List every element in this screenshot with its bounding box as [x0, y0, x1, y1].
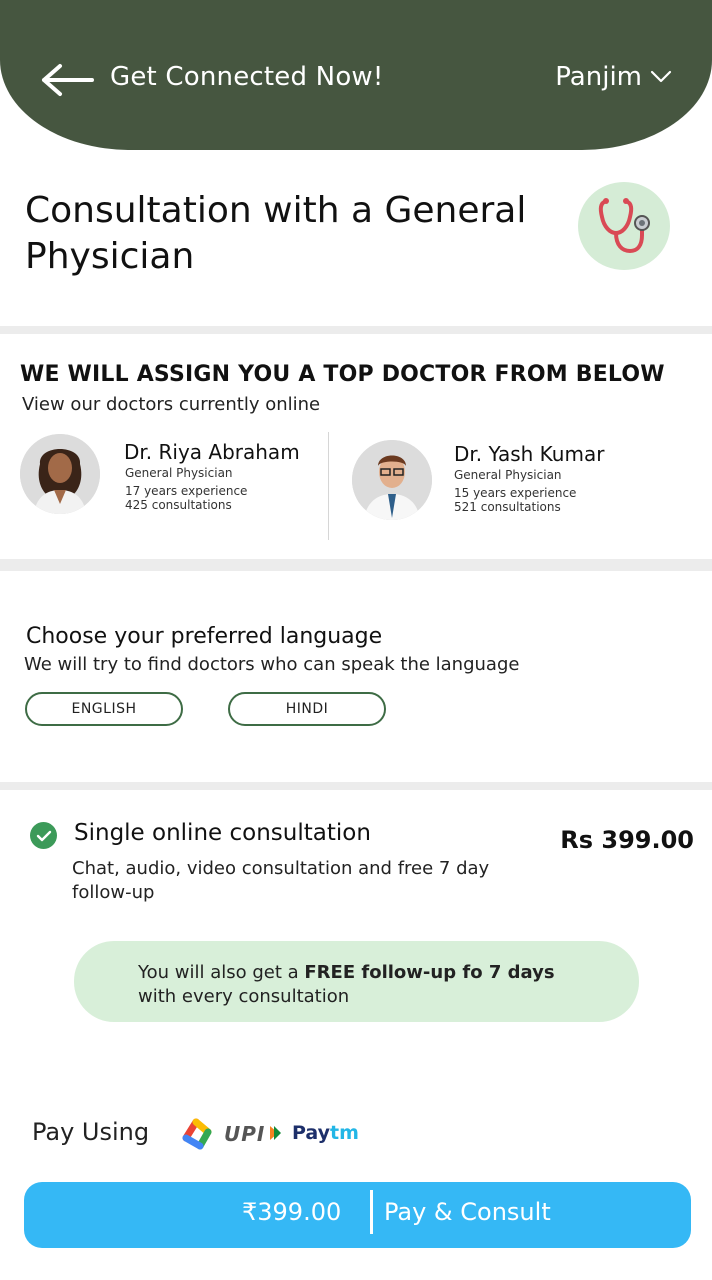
assign-heading: WE WILL ASSIGN YOU A TOP DOCTOR FROM BEL… [20, 362, 665, 387]
consultation-page: Get Connected Now! Panjim Consultation w… [0, 0, 712, 1280]
section-divider [0, 559, 712, 571]
plan-price: Rs 399.00 [560, 826, 694, 854]
language-heading: Choose your preferred language [26, 624, 383, 649]
pay-button-label: Pay & Consult [384, 1198, 551, 1226]
assign-subheading: View our doctors currently online [22, 394, 321, 415]
doctor-card[interactable]: Dr. Riya Abraham General Physician 17 ye… [0, 430, 326, 540]
doctor-specialty: General Physician [125, 466, 233, 480]
city-label: Panjim [555, 62, 642, 92]
section-divider [0, 782, 712, 790]
upi-arrow-icon [270, 1126, 281, 1140]
doctor-name: Dr. Yash Kumar [454, 442, 605, 466]
paytm-logo-pay: Pay [292, 1122, 331, 1144]
upi-logo: UPI [224, 1122, 266, 1146]
doctor-consultations: 521 consultations [454, 500, 561, 514]
doctor-name: Dr. Riya Abraham [124, 440, 300, 464]
avatar [20, 434, 100, 514]
header-title: Get Connected Now! [110, 62, 384, 92]
pay-using-label: Pay Using [32, 1118, 150, 1146]
stethoscope-icon [578, 182, 670, 270]
language-option-english[interactable]: ENGLISH [25, 692, 183, 726]
page-title: Consultation with a General Physician [25, 190, 527, 277]
check-circle-icon[interactable] [30, 822, 57, 849]
language-subheading: We will try to find doctors who can spea… [24, 654, 520, 675]
doctor-experience: 15 years experience [454, 486, 577, 500]
paytm-logo-tm: tm [330, 1122, 359, 1144]
section-divider [0, 326, 712, 334]
doctor-consultations: 425 consultations [125, 498, 232, 512]
gpay-icon [182, 1118, 212, 1150]
free-followup-suffix: with every consultation [138, 986, 350, 1007]
plan-title: Single online consultation [74, 820, 371, 846]
free-followup-prefix: You will also get a [138, 962, 305, 983]
free-followup-banner: You will also get a FREE follow-up fo 7 … [74, 941, 639, 1022]
arrow-left-icon[interactable] [40, 62, 96, 98]
pay-button-separator [370, 1190, 373, 1234]
doctor-experience: 17 years experience [125, 484, 248, 498]
pay-consult-button[interactable]: ₹399.00 Pay & Consult [24, 1182, 691, 1248]
city-selector[interactable]: Panjim [555, 62, 672, 92]
avatar [352, 440, 432, 520]
free-followup-highlight: FREE follow-up fo 7 days [304, 962, 555, 983]
paytm-logo: Paytm [292, 1122, 359, 1144]
app-header: Get Connected Now! Panjim [0, 0, 712, 150]
doctor-specialty: General Physician [454, 468, 562, 482]
plan-description: Chat, audio, video consultation and free… [72, 858, 490, 903]
pay-amount: ₹399.00 [242, 1198, 342, 1226]
doctor-card[interactable]: Dr. Yash Kumar General Physician 15 year… [330, 430, 700, 540]
doctor-separator [328, 432, 329, 540]
language-option-hindi[interactable]: HINDI [228, 692, 386, 726]
chevron-down-icon [650, 70, 672, 83]
